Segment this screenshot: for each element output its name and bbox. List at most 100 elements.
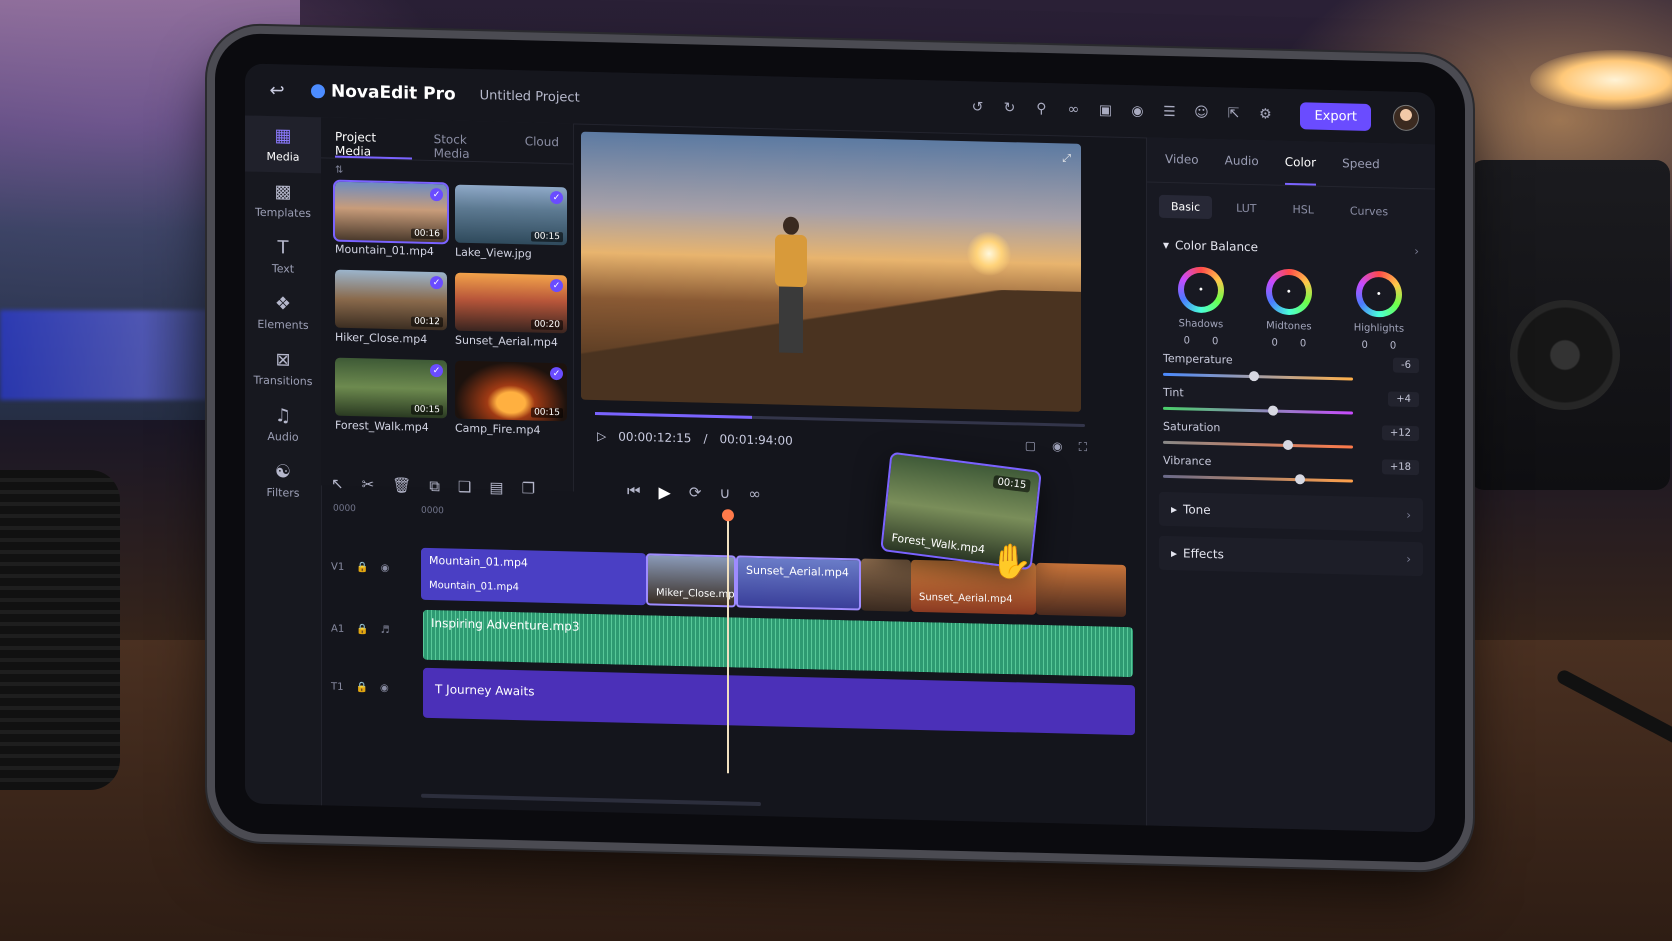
midtones-wheel[interactable]: •: [1265, 268, 1312, 316]
media-item[interactable]: ✓ 00:15 Lake_View.jpg: [455, 184, 567, 268]
subtab-hsl[interactable]: HSL: [1280, 198, 1325, 222]
slider-thumb[interactable]: [1294, 474, 1305, 485]
sidebar-item-audio[interactable]: ♫ Audio: [245, 395, 321, 453]
link-clips-icon[interactable]: ∞: [748, 485, 761, 503]
text-clip[interactable]: T Journey Awaits: [423, 667, 1135, 736]
slider-thumb[interactable]: [1249, 371, 1260, 382]
cut-icon[interactable]: ✂: [362, 475, 375, 493]
checkmark-icon[interactable]: ✓: [550, 366, 563, 381]
checkmark-icon[interactable]: ✓: [550, 278, 563, 293]
tab-speed[interactable]: Speed: [1342, 156, 1380, 187]
loop-icon[interactable]: ⟳: [689, 483, 702, 501]
tab-audio[interactable]: Audio: [1225, 153, 1259, 184]
duplicate-icon[interactable]: ❐: [522, 479, 535, 497]
media-item[interactable]: ✓ 00:15 Camp_Fire.mp4: [455, 360, 567, 444]
eye-icon[interactable]: ◉: [381, 563, 390, 574]
video-clip[interactable]: [1036, 562, 1126, 617]
video-clip[interactable]: [861, 558, 911, 612]
search-icon[interactable]: ⚲: [1030, 98, 1052, 121]
lock-icon[interactable]: 🔒: [356, 562, 368, 573]
sidebar-item-text[interactable]: T Text: [245, 227, 321, 285]
media-item[interactable]: ✓ 00:16 Mountain_01.mp4: [333, 179, 449, 265]
saturation-slider[interactable]: [1163, 439, 1353, 451]
copy-icon[interactable]: ⧉: [429, 477, 440, 495]
freeze-icon[interactable]: ❏: [458, 478, 471, 496]
video-preview[interactable]: ⤢: [581, 131, 1081, 412]
sidebar-item-elements[interactable]: ❖ Elements: [245, 283, 321, 341]
slider-value[interactable]: +18: [1381, 459, 1419, 476]
crop-icon[interactable]: ▣: [1094, 99, 1116, 122]
effects-section[interactable]: ▸ Effects ›: [1159, 535, 1423, 577]
eye-icon[interactable]: ◉: [380, 683, 389, 694]
media-item[interactable]: ✓ 00:20 Sunset_Aerial.mp4: [455, 272, 567, 356]
slider-thumb[interactable]: [1268, 405, 1279, 416]
magnet-icon[interactable]: ∪: [719, 484, 730, 502]
tab-video[interactable]: Video: [1165, 152, 1199, 183]
share-icon[interactable]: ⇱: [1222, 102, 1244, 125]
undo-icon[interactable]: ↺: [966, 96, 988, 119]
tint-slider[interactable]: [1163, 405, 1353, 416]
sidebar-item-transitions[interactable]: ⊠ Transitions: [245, 339, 321, 397]
export-button[interactable]: Export: [1300, 101, 1371, 131]
media-item[interactable]: ✓ 00:12 Hiker_Close.mp4: [335, 269, 447, 353]
redo-icon[interactable]: ↻: [998, 97, 1020, 120]
media-thumbnail[interactable]: ✓ 00:15: [455, 360, 567, 422]
delete-icon[interactable]: 🗑: [392, 476, 411, 494]
crop-clip-icon[interactable]: ▤: [489, 478, 503, 496]
sidebar-item-templates[interactable]: ▩ Templates: [245, 171, 321, 229]
tab-stock-media[interactable]: Stock Media: [434, 132, 503, 162]
media-thumbnail[interactable]: ✓ 00:15: [455, 184, 567, 246]
timeline-scrollbar[interactable]: [421, 793, 761, 807]
subtab-curves[interactable]: Curves: [1338, 199, 1400, 224]
video-clip[interactable]: Mountain_01.mp4 Mountain_01.mp4: [421, 547, 646, 606]
media-item[interactable]: ✓ 00:15 Forest_Walk.mp4: [335, 357, 447, 441]
temperature-slider[interactable]: [1163, 371, 1353, 382]
slider-value[interactable]: -6: [1393, 357, 1419, 374]
settings-icon[interactable]: ⚙: [1254, 103, 1276, 126]
layers-icon[interactable]: ☰: [1158, 101, 1180, 124]
subtab-lut[interactable]: LUT: [1224, 196, 1268, 220]
slider-value[interactable]: +4: [1388, 391, 1419, 408]
play-button[interactable]: ▶: [659, 482, 671, 501]
preview-scrubber[interactable]: [595, 412, 1085, 427]
wheel-value[interactable]: 0: [1390, 340, 1396, 351]
vibrance-slider[interactable]: [1163, 474, 1353, 485]
checkmark-icon[interactable]: ✓: [430, 275, 443, 290]
playhead[interactable]: [722, 509, 734, 774]
highlights-wheel[interactable]: •: [1355, 270, 1402, 318]
media-thumbnail[interactable]: ✓ 00:16: [333, 179, 449, 245]
back-menu-icon[interactable]: ↩: [263, 76, 291, 105]
tab-color[interactable]: Color: [1284, 154, 1317, 186]
preview-expand-icon[interactable]: ⤢: [1062, 151, 1071, 165]
slider-thumb[interactable]: [1283, 439, 1294, 451]
safe-zone-icon[interactable]: ▢: [1025, 439, 1036, 454]
media-thumbnail[interactable]: ✓ 00:20: [455, 272, 567, 334]
checkmark-icon[interactable]: ✓: [550, 190, 563, 205]
shadows-wheel[interactable]: •: [1177, 266, 1224, 314]
media-thumbnail[interactable]: ✓ 00:15: [335, 357, 447, 419]
user-avatar[interactable]: [1393, 104, 1419, 132]
play-icon[interactable]: ▷: [597, 429, 606, 443]
checkmark-icon[interactable]: ✓: [430, 187, 443, 202]
slider-value[interactable]: +12: [1381, 425, 1419, 442]
video-clip[interactable]: Miker_Close.mp4: [646, 553, 736, 608]
project-title[interactable]: Untitled Project: [480, 88, 580, 105]
video-clip[interactable]: Sunset_Aerial.mp4: [736, 555, 861, 611]
checkmark-icon[interactable]: ✓: [430, 363, 443, 378]
tab-cloud[interactable]: Cloud: [525, 134, 559, 163]
wheel-value[interactable]: 0: [1300, 338, 1306, 349]
snapshot-icon[interactable]: ◉: [1052, 439, 1062, 454]
mask-icon[interactable]: ◉: [1126, 100, 1148, 123]
skip-back-icon[interactable]: ⏮: [627, 482, 641, 500]
wheel-value[interactable]: 0: [1271, 338, 1277, 349]
tone-section[interactable]: ▸ Tone ›: [1159, 491, 1423, 533]
audio-clip[interactable]: Inspiring Adventure.mp3: [423, 609, 1133, 678]
sidebar-item-filters[interactable]: ☯ Filters: [245, 451, 321, 509]
sticker-icon[interactable]: ☺: [1190, 102, 1212, 125]
link-icon[interactable]: ∞: [1062, 98, 1084, 121]
playhead-handle[interactable]: [722, 509, 734, 522]
select-tool-icon[interactable]: ↖: [331, 475, 344, 493]
media-sort-icon[interactable]: ⇅: [335, 165, 559, 181]
wheel-value[interactable]: 0: [1184, 335, 1190, 346]
tab-project-media[interactable]: Project Media: [335, 129, 412, 160]
